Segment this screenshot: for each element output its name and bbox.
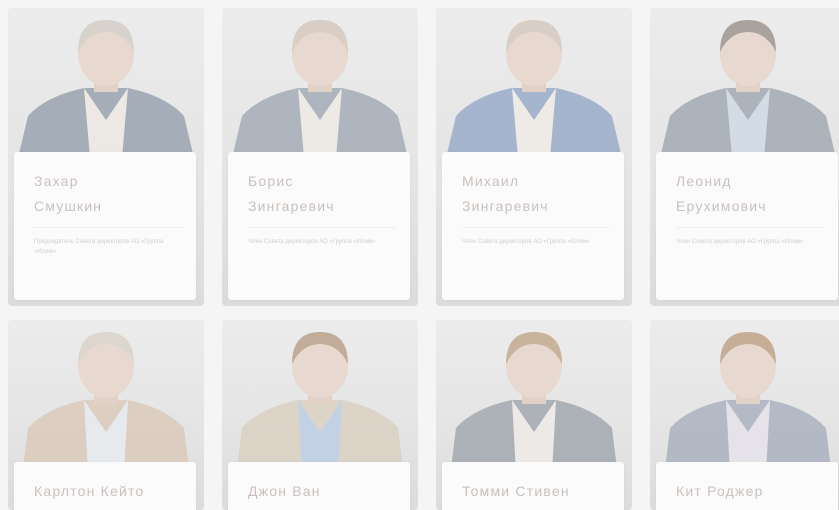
member-name: Кит Роджер xyxy=(676,483,764,499)
member-info: Томми Стивен xyxy=(442,462,624,510)
member-info: Михаил Зингаревич Член Совета директоров… xyxy=(442,152,624,300)
member-name: Карлтон Кейто xyxy=(34,483,145,499)
divider xyxy=(34,227,182,228)
member-info: Леонид Ерухимович Член Совета директоров… xyxy=(656,152,838,300)
board-card[interactable]: Борис Зингаревич Член Совета директоров … xyxy=(222,8,418,306)
member-role: Председатель Совета директоров АО «Групп… xyxy=(34,239,164,255)
board-card[interactable]: Михаил Зингаревич Член Совета директоров… xyxy=(436,8,632,306)
divider xyxy=(676,227,824,228)
member-info: Карлтон Кейто xyxy=(14,462,196,510)
portrait-silhouette xyxy=(18,20,194,158)
member-first-name: Борис xyxy=(248,173,294,189)
member-first-name: Михаил xyxy=(462,173,520,189)
member-info: Захар Смушкин Председатель Совета директ… xyxy=(14,152,196,300)
member-first-name: Леонид xyxy=(676,173,732,189)
board-card[interactable]: Джон Ван xyxy=(222,320,418,510)
board-card[interactable]: Кит Роджер xyxy=(650,320,839,510)
member-role: Член Совета директоров АО «Группа «Илим» xyxy=(462,239,590,245)
divider xyxy=(248,227,396,228)
member-last-name: Ерухимович xyxy=(676,198,767,214)
member-info: Борис Зингаревич Член Совета директоров … xyxy=(228,152,410,300)
member-info: Кит Роджер xyxy=(656,462,838,510)
portrait-silhouette xyxy=(446,20,622,158)
member-last-name: Смушкин xyxy=(34,198,103,214)
board-card[interactable]: Леонид Ерухимович Член Совета директоров… xyxy=(650,8,839,306)
portrait-silhouette xyxy=(232,20,408,158)
member-last-name: Зингаревич xyxy=(462,198,549,214)
member-last-name: Зингаревич xyxy=(248,198,335,214)
member-info: Джон Ван xyxy=(228,462,410,510)
board-card[interactable]: Карлтон Кейто xyxy=(8,320,204,510)
divider xyxy=(462,227,610,228)
member-role: Член Совета директоров АО «Группа «Илим» xyxy=(248,239,376,245)
member-name: Томми Стивен xyxy=(462,483,570,499)
member-first-name: Захар xyxy=(34,173,79,189)
member-role: Член Совета директоров АО «Группа «Илим» xyxy=(676,239,804,245)
board-card[interactable]: Захар Смушкин Председатель Совета директ… xyxy=(8,8,204,306)
member-name: Джон Ван xyxy=(248,483,321,499)
portrait-silhouette xyxy=(660,20,836,158)
board-card[interactable]: Томми Стивен xyxy=(436,320,632,510)
